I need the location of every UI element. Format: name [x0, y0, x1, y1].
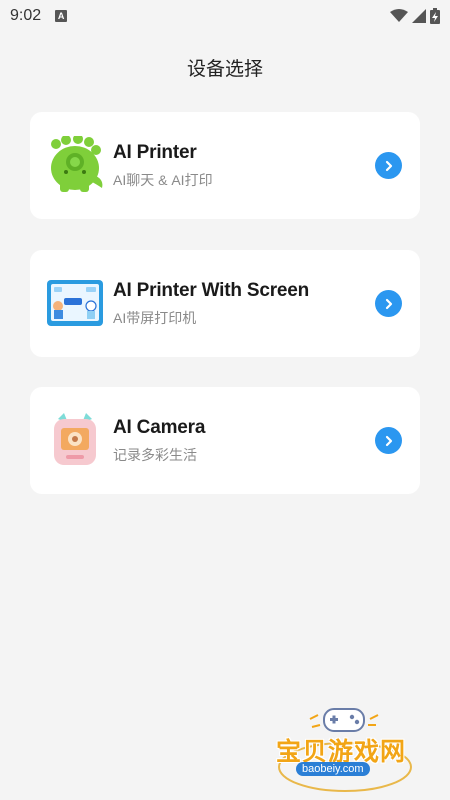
watermark-url: baobeiy.com — [296, 762, 370, 776]
chevron-right-icon — [385, 160, 392, 171]
signal-icon — [412, 9, 426, 23]
chevron-right-icon — [385, 298, 392, 309]
pink-cat-camera-image — [54, 413, 96, 465]
device-card-text: AI Printer With Screen AI带屏打印机 — [113, 250, 309, 357]
chevron-right-button[interactable] — [375, 427, 402, 454]
device-card-text: AI Printer AI聊天 & AI打印 — [113, 112, 213, 219]
device-subtitle: AI聊天 & AI打印 — [113, 171, 213, 188]
chevron-right-icon — [385, 435, 392, 446]
watermark-logo: 宝贝游戏网 baobeiy.com — [270, 705, 420, 795]
battery-charging-icon — [430, 8, 440, 24]
green-dino-printer-image — [51, 136, 103, 192]
device-card-ai-printer[interactable]: AI Printer AI聊天 & AI打印 — [30, 112, 420, 219]
status-time: 9:02 — [10, 7, 42, 24]
device-card-ai-printer-with-screen[interactable]: AI Printer With Screen AI带屏打印机 — [30, 250, 420, 357]
notification-a-icon: A — [55, 10, 68, 22]
device-card-ai-camera[interactable]: AI Camera 记录多彩生活 — [30, 387, 420, 494]
device-title: AI Camera — [113, 416, 206, 438]
device-subtitle: 记录多彩生活 — [113, 446, 197, 463]
device-title: AI Printer — [113, 141, 197, 163]
device-title: AI Printer With Screen — [113, 279, 310, 301]
status-bar: 9:02 A — [0, 0, 450, 32]
status-icons — [390, 8, 440, 24]
blue-screen-printer-image — [47, 280, 103, 326]
chevron-right-button[interactable] — [375, 152, 402, 179]
page-title: 设备选择 — [186, 59, 263, 80]
chevron-right-button[interactable] — [375, 290, 402, 317]
device-card-text: AI Camera 记录多彩生活 — [113, 387, 205, 494]
device-subtitle: AI带屏打印机 — [113, 309, 197, 326]
wifi-icon — [390, 9, 408, 22]
